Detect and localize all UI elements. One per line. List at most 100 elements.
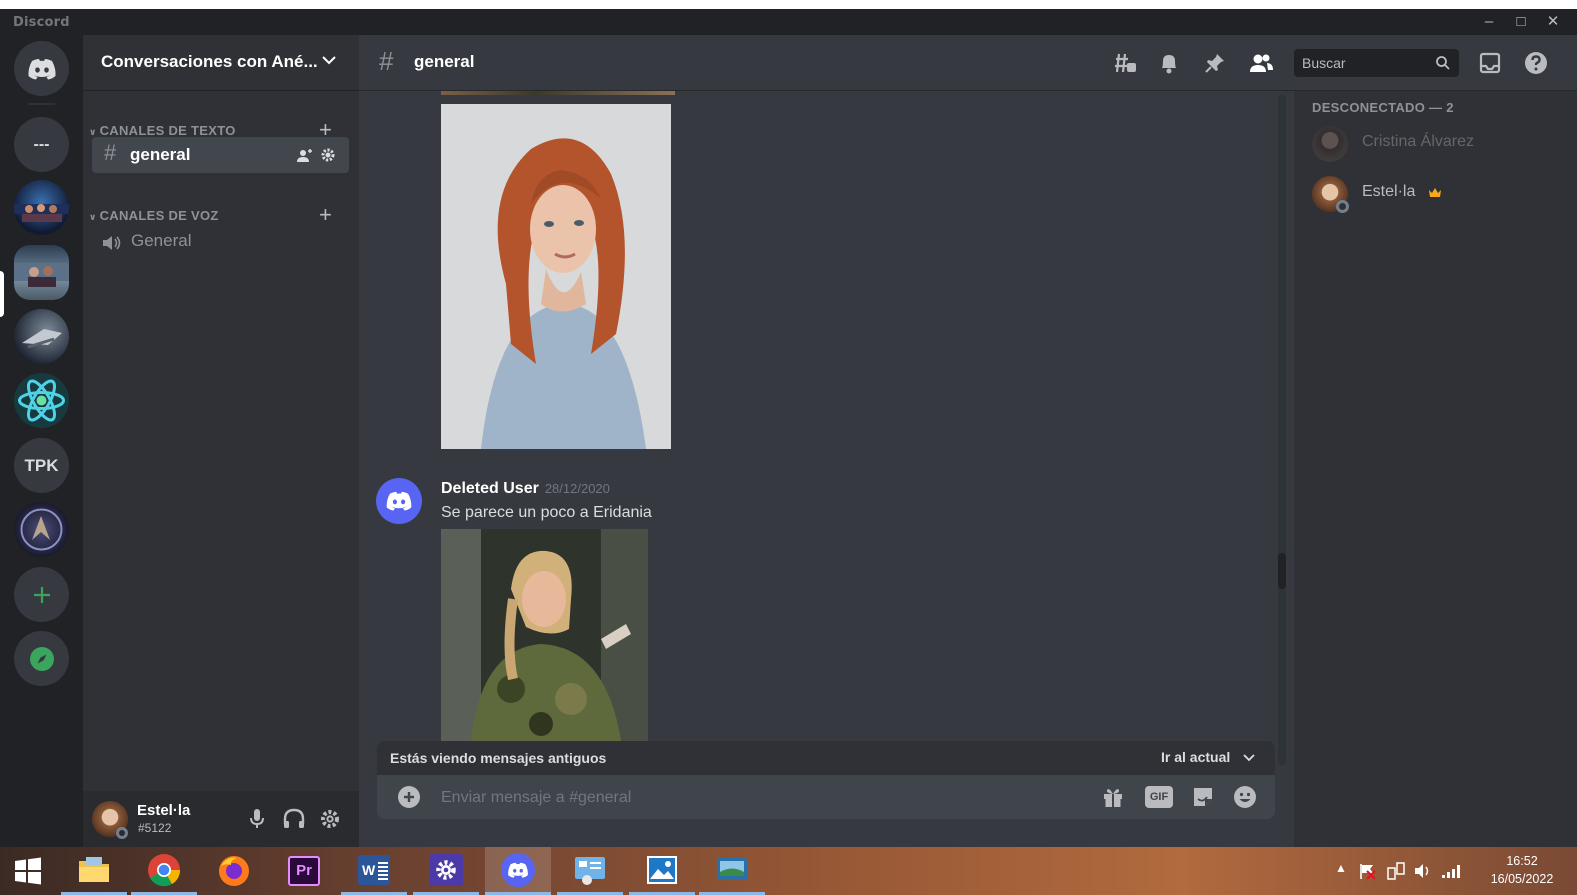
explore-servers-button[interactable] <box>14 631 69 686</box>
sticker-icon[interactable] <box>1191 785 1215 809</box>
server-dragon[interactable] <box>14 502 69 557</box>
clock-date: 16/05/2022 <box>1490 872 1554 886</box>
taskbar-firefox[interactable] <box>201 847 267 895</box>
server-stage[interactable] <box>14 180 69 235</box>
photos-icon <box>647 855 677 884</box>
taskbar-premiere[interactable]: Pr <box>271 847 337 895</box>
threads-icon <box>1115 53 1136 73</box>
user-panel: Estel·la #5122 <box>83 791 359 847</box>
invite-icon[interactable] <box>296 147 314 163</box>
title-bar: Discord – □ ✕ <box>0 9 1577 35</box>
notifications-button[interactable] <box>1155 49 1183 77</box>
search-input[interactable] <box>1302 53 1432 73</box>
pin-icon <box>1205 54 1224 73</box>
guild-name: Conversaciones con Ané... <box>101 52 318 71</box>
word-icon-label: W <box>362 861 376 878</box>
old-messages-notice: Estás viendo mensajes antiguos <box>390 750 607 766</box>
message-author[interactable]: Deleted User <box>441 480 539 497</box>
user-panel-tag: #5122 <box>138 821 172 835</box>
old-messages-bar: Estás viendo mensajes antiguos Ir al act… <box>377 741 1275 775</box>
category-voice-channels[interactable]: ∨ CANALES DE VOZ <box>89 208 219 223</box>
server-tpk[interactable]: TPK <box>14 438 69 493</box>
taskbar-screen[interactable] <box>699 847 765 895</box>
user-settings-gear-icon[interactable] <box>319 808 341 830</box>
system-clock[interactable]: 16:52 16/05/2022 <box>1477 852 1567 888</box>
category-text-channels[interactable]: ∨ CANALES DE TEXTO <box>89 123 236 138</box>
channel-general[interactable]: # general <box>92 137 349 173</box>
clock-time: 16:52 <box>1506 854 1538 868</box>
inbox-button[interactable] <box>1476 49 1504 77</box>
gear-icon[interactable] <box>320 147 336 163</box>
start-button[interactable] <box>0 847 56 895</box>
headphones-icon[interactable] <box>282 807 306 831</box>
help-icon <box>1525 52 1547 74</box>
member-name: Cristina Álvarez <box>1362 133 1475 150</box>
member-list-button[interactable] <box>1247 49 1275 77</box>
image-attachment[interactable] <box>441 104 671 449</box>
windows-start-icon <box>15 857 41 885</box>
close-icon[interactable]: ✕ <box>1538 11 1568 33</box>
add-server-button[interactable] <box>14 567 69 622</box>
member-row[interactable]: Estel·la <box>1302 173 1562 215</box>
create-voice-channel-button[interactable]: + <box>319 202 332 228</box>
voice-channel-name: General <box>131 231 192 250</box>
header-channel-name: general <box>414 52 475 71</box>
microphone-icon[interactable] <box>246 807 268 831</box>
taskbar-chrome[interactable] <box>131 847 197 895</box>
active-server-pill <box>0 271 4 317</box>
message-timestamp: 28/12/2020 <box>544 481 610 496</box>
gift-icon[interactable] <box>1101 785 1125 809</box>
threads-button[interactable] <box>1110 49 1138 77</box>
message-input[interactable] <box>441 787 1061 809</box>
signal-icon[interactable] <box>1441 863 1461 879</box>
minimize-icon[interactable]: – <box>1474 11 1504 33</box>
emoji-icon[interactable] <box>1233 785 1257 809</box>
volume-icon[interactable] <box>1413 861 1433 881</box>
home-button[interactable] <box>14 41 69 96</box>
chevron-down-icon <box>322 56 336 65</box>
chevron-down-icon: ∨ <box>89 212 97 222</box>
server-image <box>14 263 69 287</box>
inbox-icon <box>1479 52 1501 74</box>
avatar <box>1312 126 1348 162</box>
help-button[interactable] <box>1522 49 1550 77</box>
scrollbar-thumb[interactable] <box>1278 553 1286 589</box>
status-offline-icon <box>1336 200 1349 213</box>
server-label: --- <box>33 135 50 153</box>
image-attachment[interactable] <box>441 529 648 741</box>
gif-button[interactable]: GIF <box>1145 786 1173 808</box>
search-box[interactable] <box>1294 49 1459 77</box>
messages-scrollbar[interactable] <box>1278 95 1286 765</box>
jump-to-present-button[interactable]: Ir al actual <box>1161 749 1255 767</box>
user-panel-name: Estel·la <box>137 802 191 819</box>
guild-header[interactable]: Conversaciones con Ané... <box>83 35 359 91</box>
taskbar-file-explorer[interactable] <box>61 847 127 895</box>
taskbar-settings[interactable] <box>413 847 479 895</box>
image-attachment-partial[interactable] <box>441 91 675 95</box>
jump-label: Ir al actual <box>1161 749 1231 765</box>
server-dashes[interactable]: --- <box>14 117 69 172</box>
chrome-icon <box>148 853 181 886</box>
network-icon[interactable] <box>1386 861 1406 881</box>
upload-button[interactable] <box>398 786 420 808</box>
server-image <box>14 204 69 222</box>
action-center-flag-icon[interactable] <box>1358 862 1376 880</box>
taskbar-control-panel[interactable] <box>557 847 623 895</box>
pinned-messages-button[interactable] <box>1201 49 1229 77</box>
server-ship[interactable] <box>14 309 69 364</box>
maximize-icon[interactable]: □ <box>1506 11 1536 33</box>
atom-icon <box>18 379 65 422</box>
word-icon: W <box>358 854 390 885</box>
server-atom[interactable] <box>14 373 69 428</box>
taskbar-word[interactable]: W <box>341 847 407 895</box>
tray-expand-icon[interactable]: ▲ <box>1335 861 1347 875</box>
taskbar-photos[interactable] <box>629 847 695 895</box>
avatar[interactable] <box>376 478 422 524</box>
server-active[interactable] <box>14 245 69 300</box>
category-label: CANALES DE VOZ <box>99 208 219 223</box>
message-composer: GIF <box>377 775 1275 819</box>
taskbar-discord[interactable] <box>485 847 551 895</box>
server-list: --- TPK <box>0 35 83 847</box>
chevron-down-icon <box>1243 754 1255 762</box>
member-row[interactable]: Cristina Álvarez <box>1302 123 1562 165</box>
